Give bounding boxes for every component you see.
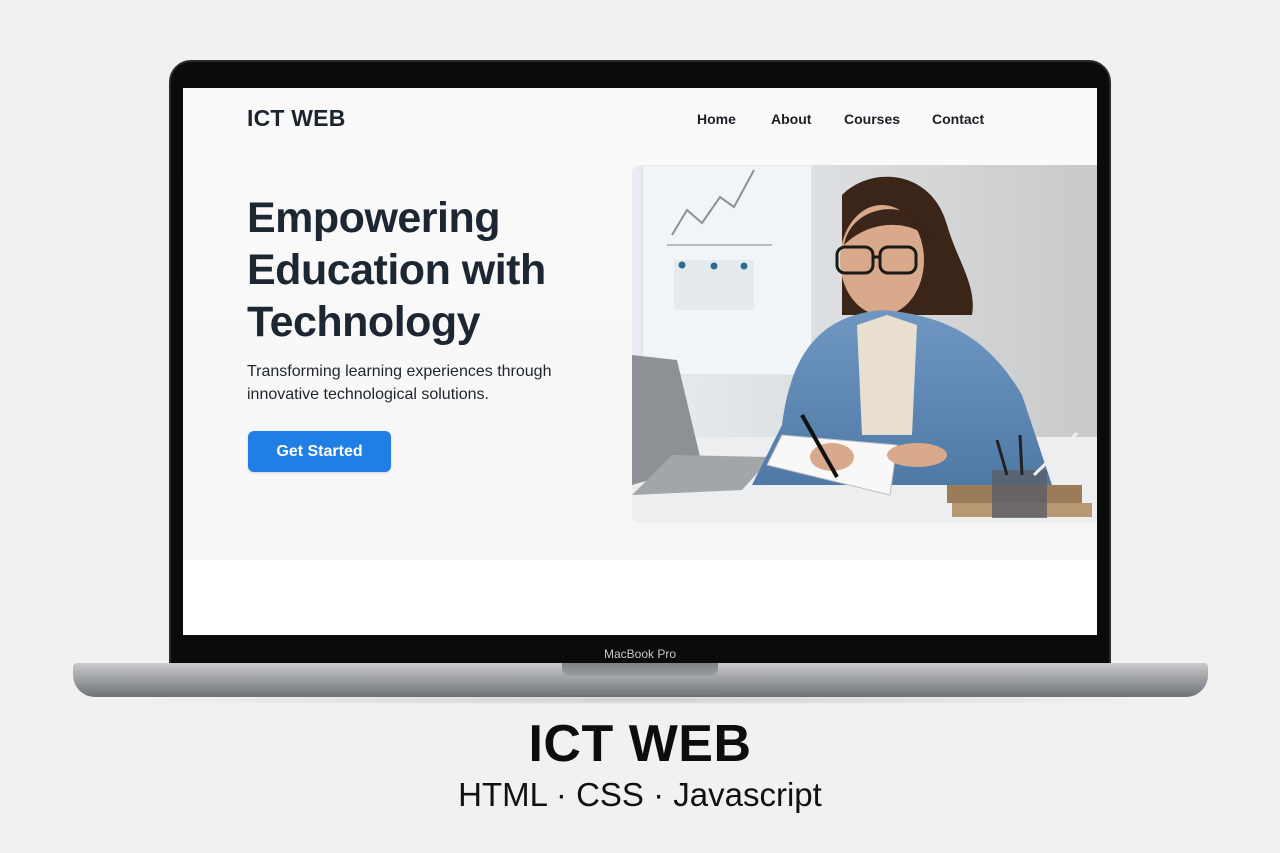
- device-model-label: MacBook Pro: [603, 647, 677, 661]
- laptop-notch: [562, 663, 718, 676]
- nav-home[interactable]: Home: [697, 111, 736, 127]
- main-nav: Home About Courses Contact: [183, 111, 1097, 131]
- nav-courses[interactable]: Courses: [844, 111, 900, 127]
- caption-subtitle: HTML · CSS · Javascript: [458, 776, 822, 813]
- website-screen: ICT WEB Home About Courses Contact Empow…: [183, 88, 1097, 635]
- hero-subtext: Transforming learning experiences throug…: [247, 363, 552, 403]
- hero-image: [632, 165, 1097, 523]
- pen-cup: [992, 470, 1047, 518]
- laptop-shadow: [120, 695, 1160, 705]
- mockup-stage: ICT WEB Home About Courses Contact Empow…: [0, 0, 1280, 853]
- caption-title: ICT WEB: [528, 715, 752, 773]
- nav-about[interactable]: About: [771, 111, 811, 127]
- nav-contact[interactable]: Contact: [932, 111, 984, 127]
- hero-headline: Empowering Education with Technology: [247, 194, 546, 346]
- get-started-button[interactable]: Get Started: [248, 431, 391, 472]
